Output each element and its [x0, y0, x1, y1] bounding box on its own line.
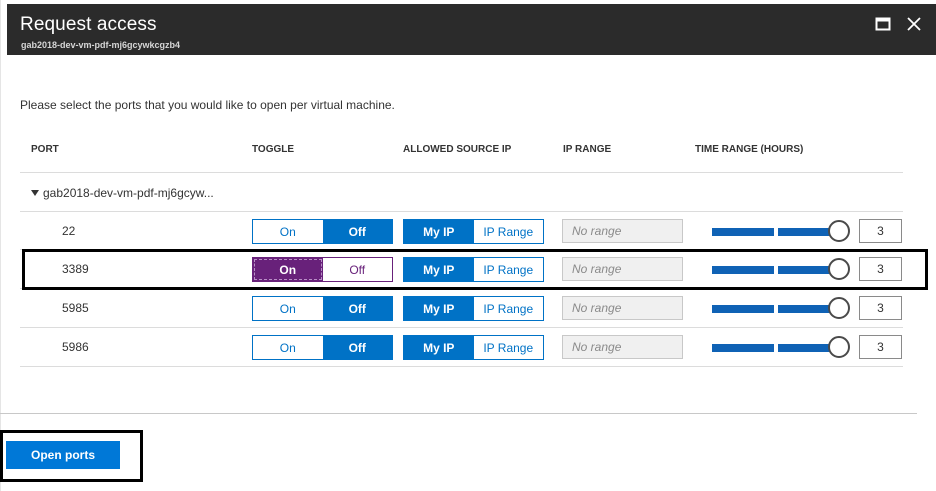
ip-range-option[interactable]: IP Range — [473, 220, 543, 243]
port-number: 5985 — [62, 301, 89, 315]
time-range-slider[interactable] — [712, 297, 852, 321]
ip-range-field[interactable]: No range — [562, 296, 683, 320]
vm-group-header[interactable]: gab2018-dev-vm-pdf-mj6gcyw... — [31, 186, 214, 200]
table-row: 22 On Off My IP IP Range No range 3 — [20, 211, 903, 250]
open-ports-button[interactable]: Open ports — [6, 441, 120, 469]
source-ip-selector[interactable]: My IP IP Range — [403, 257, 544, 282]
column-header-ip-range: IP RANGE — [563, 144, 612, 155]
header-divider — [20, 172, 903, 173]
ip-range-option[interactable]: IP Range — [473, 336, 543, 359]
table-row: 3389 On Off My IP IP Range No range 3 — [20, 250, 903, 289]
instructions-text: Please select the ports that you would l… — [20, 98, 395, 112]
caret-down-icon[interactable] — [31, 190, 39, 196]
slider-track — [712, 305, 774, 313]
slider-thumb[interactable] — [828, 258, 850, 280]
maximize-icon[interactable] — [875, 16, 891, 32]
toggle-switch[interactable]: On Off — [252, 296, 393, 321]
slider-track — [712, 344, 774, 352]
slider-thumb[interactable] — [828, 297, 850, 319]
table-row: 5985 On Off My IP IP Range No range 3 — [20, 289, 903, 328]
my-ip-option[interactable]: My IP — [404, 220, 474, 243]
source-ip-selector[interactable]: My IP IP Range — [403, 335, 544, 360]
ip-range-field[interactable]: No range — [562, 219, 683, 243]
ip-range-field[interactable]: No range — [562, 335, 683, 359]
blade-edge — [0, 0, 7, 491]
close-icon[interactable] — [906, 16, 922, 32]
toggle-on-option[interactable]: On — [253, 336, 323, 359]
port-number: 22 — [62, 224, 76, 238]
slider-track — [712, 228, 774, 236]
blade-subtitle: gab2018-dev-vm-pdf-mj6gcywkcgzb4 — [21, 40, 181, 50]
toggle-off-option[interactable]: Off — [322, 297, 392, 320]
time-range-slider[interactable] — [712, 336, 852, 360]
hours-input[interactable]: 3 — [859, 335, 902, 359]
toggle-off-option[interactable]: Off — [322, 220, 392, 243]
blade-title: Request access — [20, 14, 157, 35]
column-header-toggle: TOGGLE — [252, 144, 295, 155]
column-header-port: PORT — [31, 144, 59, 155]
hours-input[interactable]: 3 — [859, 257, 902, 281]
toggle-switch[interactable]: On Off — [252, 257, 393, 282]
hours-input[interactable]: 3 — [859, 219, 902, 243]
toggle-on-option[interactable]: On — [253, 258, 323, 281]
my-ip-option[interactable]: My IP — [404, 297, 474, 320]
port-number: 3389 — [62, 262, 89, 276]
column-header-allowed-source-ip: ALLOWED SOURCE IP — [403, 144, 512, 155]
my-ip-option[interactable]: My IP — [404, 258, 474, 281]
toggle-on-option[interactable]: On — [253, 220, 323, 243]
my-ip-option[interactable]: My IP — [404, 336, 474, 359]
toggle-switch[interactable]: On Off — [252, 335, 393, 360]
port-number: 5986 — [62, 340, 89, 354]
toggle-off-option[interactable]: Off — [322, 336, 392, 359]
ip-range-field[interactable]: No range — [562, 257, 683, 281]
slider-thumb[interactable] — [828, 220, 850, 242]
slider-thumb[interactable] — [828, 336, 850, 358]
ip-range-option[interactable]: IP Range — [473, 297, 543, 320]
time-range-slider[interactable] — [712, 220, 852, 244]
ip-range-option[interactable]: IP Range — [473, 258, 543, 281]
toggle-off-option[interactable]: Off — [322, 258, 392, 281]
toggle-switch[interactable]: On Off — [252, 219, 393, 244]
title-bar: Request access gab2018-dev-vm-pdf-mj6gcy… — [7, 4, 936, 55]
vm-group-label: gab2018-dev-vm-pdf-mj6gcyw... — [43, 186, 214, 200]
time-range-slider[interactable] — [712, 258, 852, 282]
column-header-time-range: TIME RANGE (HOURS) — [695, 144, 804, 155]
source-ip-selector[interactable]: My IP IP Range — [403, 296, 544, 321]
hours-input[interactable]: 3 — [859, 296, 902, 320]
slider-track — [712, 266, 774, 274]
table-row: 5986 On Off My IP IP Range No range 3 — [20, 328, 903, 367]
toggle-on-option[interactable]: On — [253, 297, 323, 320]
footer-divider — [0, 413, 917, 414]
source-ip-selector[interactable]: My IP IP Range — [403, 219, 544, 244]
